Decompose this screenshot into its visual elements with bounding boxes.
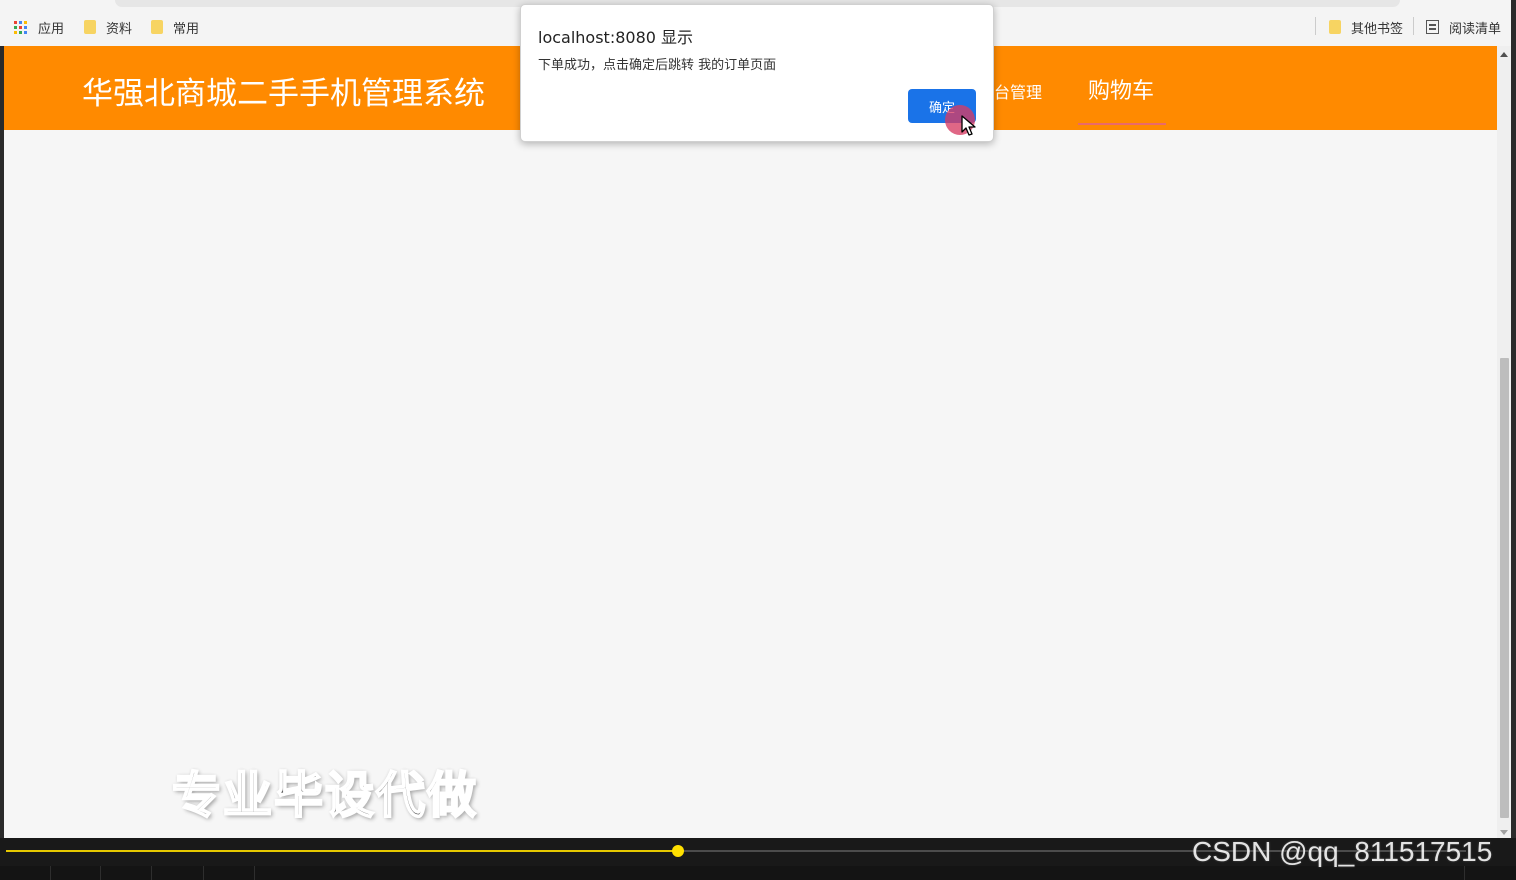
alert-message: 下单成功，点击确定后跳转 我的订单页面 <box>538 58 777 73</box>
alert-dialog: localhost:8080 显示 下单成功，点击确定后跳转 我的订单页面 确定 <box>520 4 994 142</box>
apps-grid-icon <box>14 20 27 34</box>
player-control-slot[interactable] <box>1464 866 1515 880</box>
bookmark-label: 应用 <box>38 21 65 37</box>
reading-list-button[interactable]: 阅读清单 <box>1426 17 1501 37</box>
folder-icon <box>151 20 163 34</box>
bookmark-folder-resources[interactable]: 资料 <box>84 17 132 37</box>
screen: 应用 资料 常用 其他书签 阅读清单 华强北商城二手手机管理系统 台管理 购物车 <box>0 0 1516 880</box>
video-progress-fill <box>6 850 678 852</box>
bookmarks-divider <box>1315 17 1316 35</box>
scrollbar-thumb[interactable] <box>1500 358 1509 818</box>
bookmark-label: 常用 <box>173 21 200 37</box>
window-edge <box>1511 0 1516 880</box>
reading-list-icon <box>1426 20 1439 34</box>
bookmark-other[interactable]: 其他书签 <box>1329 17 1403 37</box>
alert-title: localhost:8080 显示 <box>538 28 694 47</box>
bookmark-label: 其他书签 <box>1351 21 1404 37</box>
video-progress-handle[interactable] <box>671 845 684 857</box>
page-content: 华强北商城二手手机管理系统 台管理 购物车 专业毕设代做 <box>4 46 1497 838</box>
nav-item-admin[interactable]: 台管理 <box>994 79 1042 103</box>
nav-item-cart[interactable]: 购物车 <box>1076 73 1166 105</box>
page-scrollbar[interactable] <box>1497 46 1511 838</box>
mouse-cursor-icon <box>961 115 976 136</box>
player-control-slot[interactable] <box>151 866 202 880</box>
reading-list-label: 阅读清单 <box>1449 21 1502 37</box>
scroll-up-arrow-icon[interactable] <box>1500 52 1508 57</box>
folder-icon <box>1329 20 1341 34</box>
video-watermark-text: 专业毕设代做 <box>171 766 479 825</box>
bookmark-folder-common[interactable]: 常用 <box>151 17 199 37</box>
bookmark-apps[interactable]: 应用 <box>14 17 64 37</box>
player-control-slot[interactable] <box>100 866 151 880</box>
nav-active-underline <box>1078 123 1166 125</box>
video-player-controls <box>0 866 1516 880</box>
bookmark-label: 资料 <box>106 21 133 37</box>
csdn-watermark: CSDN @qq_811517515 <box>1192 836 1493 867</box>
site-title: 华强北商城二手手机管理系统 <box>82 76 485 112</box>
scroll-down-arrow-icon[interactable] <box>1500 830 1508 835</box>
player-control-slot[interactable] <box>50 866 101 880</box>
player-control-slot[interactable] <box>203 866 254 880</box>
folder-icon <box>84 20 96 34</box>
player-control-slot[interactable] <box>254 866 305 880</box>
bookmarks-divider <box>1413 17 1414 35</box>
